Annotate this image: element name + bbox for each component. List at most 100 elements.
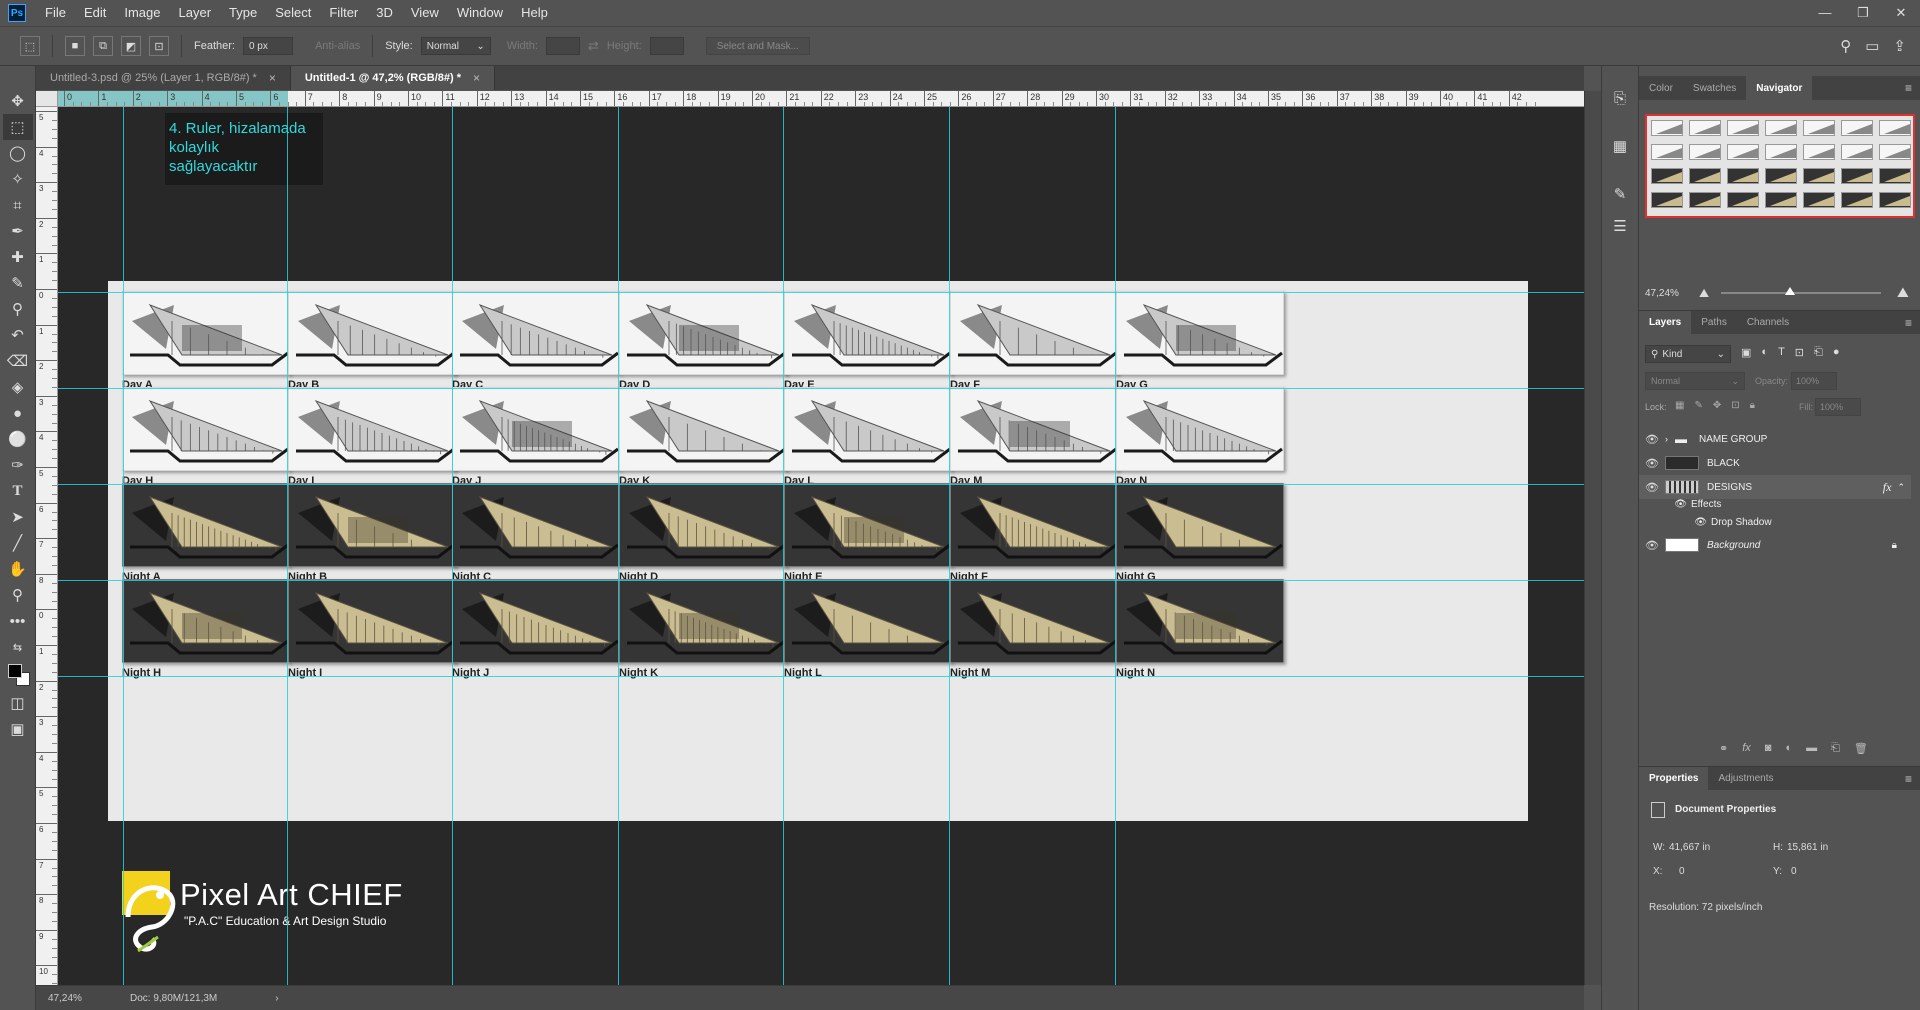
crop-tool-icon[interactable]: ⌗ <box>3 192 33 218</box>
tab-paths[interactable]: Paths <box>1691 311 1737 335</box>
design-thumbnail[interactable] <box>452 387 620 471</box>
tab-swatches[interactable]: Swatches <box>1683 76 1746 100</box>
add-mask-icon[interactable]: ◙ <box>1765 742 1772 755</box>
menu-window[interactable]: Window <box>448 0 512 26</box>
tab-layers[interactable]: Layers <box>1639 310 1692 335</box>
zoom-in-icon[interactable]: ⛰ <box>1897 284 1909 301</box>
lock-paint-icon[interactable]: ✎ <box>1694 400 1702 411</box>
new-layer-icon[interactable]: ⎗ <box>1831 742 1840 755</box>
close-button[interactable]: ✕ <box>1882 5 1920 21</box>
guide-horizontal[interactable] <box>58 580 1584 581</box>
design-thumbnail[interactable] <box>452 483 620 567</box>
layer-row-black[interactable]: 👁︎ BLACK <box>1639 451 1911 475</box>
tab-channels[interactable]: Channels <box>1737 311 1799 335</box>
marquee-preset-icon[interactable]: ⬚ <box>20 36 40 56</box>
move-tool-icon[interactable]: ✥ <box>3 88 33 114</box>
histogram-icon[interactable]: ▦ <box>1605 130 1635 162</box>
foreground-color-swatch[interactable] <box>7 664 22 678</box>
height-value[interactable]: 15,861 in <box>1787 842 1828 853</box>
height-input[interactable] <box>649 37 684 55</box>
width-input[interactable] <box>545 37 580 55</box>
width-value[interactable]: 41,667 in <box>1669 842 1710 853</box>
style-select[interactable]: Normal ⌄ <box>420 37 491 55</box>
tab-properties[interactable]: Properties <box>1639 766 1709 791</box>
design-thumbnail[interactable] <box>288 291 456 375</box>
design-thumbnail[interactable] <box>784 291 952 375</box>
design-thumbnail[interactable] <box>619 291 787 375</box>
tab-color[interactable]: Color <box>1639 76 1683 100</box>
status-menu-icon[interactable]: › <box>217 993 278 1004</box>
horizontal-ruler[interactable]: 0 1 2 3 4 5 6 7 8 9 10 11 12 13 14 15 16 17 18 19 20 21 22 23 24… <box>58 91 1584 107</box>
fx-icon[interactable]: fx <box>1883 480 1892 495</box>
healing-brush-tool-icon[interactable]: ✚ <box>3 244 33 270</box>
chevron-right-icon[interactable]: › <box>1665 434 1675 444</box>
zoom-level[interactable]: 47,24% <box>36 993 116 1004</box>
marquee-tool-icon[interactable]: ⬚ <box>2 114 33 140</box>
visibility-eye-icon[interactable]: 👁︎ <box>1639 481 1665 494</box>
layer-row-name-group[interactable]: 👁︎ › ▬ NAME GROUP <box>1639 427 1911 451</box>
magic-wand-tool-icon[interactable]: ✧ <box>3 166 33 192</box>
design-thumbnail[interactable] <box>1116 387 1284 471</box>
navigator-zoom-slider[interactable] <box>1721 292 1881 294</box>
more-tools-icon[interactable]: ••• <box>3 608 33 634</box>
design-thumbnail[interactable] <box>950 387 1118 471</box>
add-selection-icon[interactable]: ⧉ <box>93 36 113 56</box>
design-thumbnail[interactable] <box>1116 291 1284 375</box>
guide-horizontal[interactable] <box>58 484 1584 485</box>
guide-horizontal[interactable] <box>58 388 1584 389</box>
zoom-out-icon[interactable]: ⛰ <box>1699 286 1709 301</box>
type-filter-icon[interactable]: T <box>1778 346 1785 359</box>
adjustment-layer-icon[interactable]: ◐ <box>1785 742 1792 755</box>
menu-help[interactable]: Help <box>512 0 557 26</box>
eyedropper-tool-icon[interactable]: ✒ <box>3 218 33 244</box>
guide-vertical[interactable] <box>123 107 124 985</box>
tab-untitled-3[interactable]: Untitled-3.psd @ 25% (Layer 1, RGB/8#) *… <box>36 66 291 90</box>
lock-all-icon[interactable]: 🔒︎ <box>1750 400 1755 411</box>
design-thumbnail[interactable] <box>784 387 952 471</box>
smart-object-filter-icon[interactable]: ⎗ <box>1814 346 1823 359</box>
close-icon[interactable]: × <box>269 71 276 85</box>
photoshop-logo-icon[interactable]: Ps <box>8 4 26 22</box>
design-thumbnail[interactable] <box>452 291 620 375</box>
x-value[interactable]: 0 <box>1679 866 1685 877</box>
menu-filter[interactable]: Filter <box>320 0 367 26</box>
design-thumbnail[interactable] <box>1116 579 1284 663</box>
brush-settings-icon[interactable]: ✎ <box>1605 178 1635 210</box>
design-thumbnail[interactable] <box>288 483 456 567</box>
zoom-slider-handle[interactable] <box>1785 287 1795 295</box>
intersect-selection-icon[interactable]: ⊡ <box>149 36 169 56</box>
menu-type[interactable]: Type <box>220 0 266 26</box>
design-thumbnail[interactable] <box>452 579 620 663</box>
design-thumbnail[interactable] <box>950 291 1118 375</box>
new-group-icon[interactable]: ▬ <box>1806 742 1817 755</box>
share-icon[interactable]: ⇪ <box>1893 37 1906 55</box>
workspace-icon[interactable]: ▭ <box>1865 37 1879 55</box>
visibility-eye-icon[interactable]: 👁︎ <box>1639 457 1665 470</box>
close-icon[interactable]: × <box>473 71 480 85</box>
vertical-ruler[interactable]: 5 4 3 2 1 0 1 2 3 4 5 6 7 8 0 1 2 3 4 5 6 7 8 9 10 <box>36 107 58 985</box>
visibility-eye-icon[interactable]: 👁︎ <box>1639 517 1711 528</box>
visibility-eye-icon[interactable]: 👁︎ <box>1639 433 1665 446</box>
feather-input[interactable]: 0 px <box>242 37 293 55</box>
tab-untitled-1[interactable]: Untitled-1 @ 47,2% (RGB/8#) * × <box>290 66 496 90</box>
adjustments-sliders-icon[interactable]: ☰ <box>1605 210 1635 242</box>
design-thumbnail[interactable] <box>122 291 290 375</box>
guide-vertical[interactable] <box>1115 107 1116 985</box>
dodge-tool-icon[interactable]: ⚪ <box>3 426 33 452</box>
canvas-area[interactable]: Day A Day B Day C Day D Day E Day F Day … <box>58 107 1584 985</box>
screen-mode-icon[interactable]: ▣ <box>3 716 33 742</box>
restore-button[interactable]: ❐ <box>1844 5 1882 21</box>
subtract-selection-icon[interactable]: ◩ <box>121 36 141 56</box>
chevron-up-icon[interactable]: ⌃ <box>1891 482 1911 493</box>
zoom-tool-icon[interactable]: ⚲ <box>3 582 33 608</box>
opacity-input[interactable]: 100% <box>1791 372 1837 390</box>
navigator-preview[interactable] <box>1645 114 1915 218</box>
design-thumbnail[interactable] <box>122 387 290 471</box>
layer-filter-kind[interactable]: ⚲ Kind ⌄ <box>1645 345 1731 363</box>
y-value[interactable]: 0 <box>1791 866 1797 877</box>
visibility-eye-icon[interactable]: 👁︎ <box>1639 499 1691 510</box>
guide-vertical[interactable] <box>949 107 950 985</box>
quick-mask-icon[interactable]: ◫ <box>3 690 33 716</box>
history-brush-tool-icon[interactable]: ↶ <box>3 322 33 348</box>
color-swatches[interactable] <box>3 660 33 690</box>
